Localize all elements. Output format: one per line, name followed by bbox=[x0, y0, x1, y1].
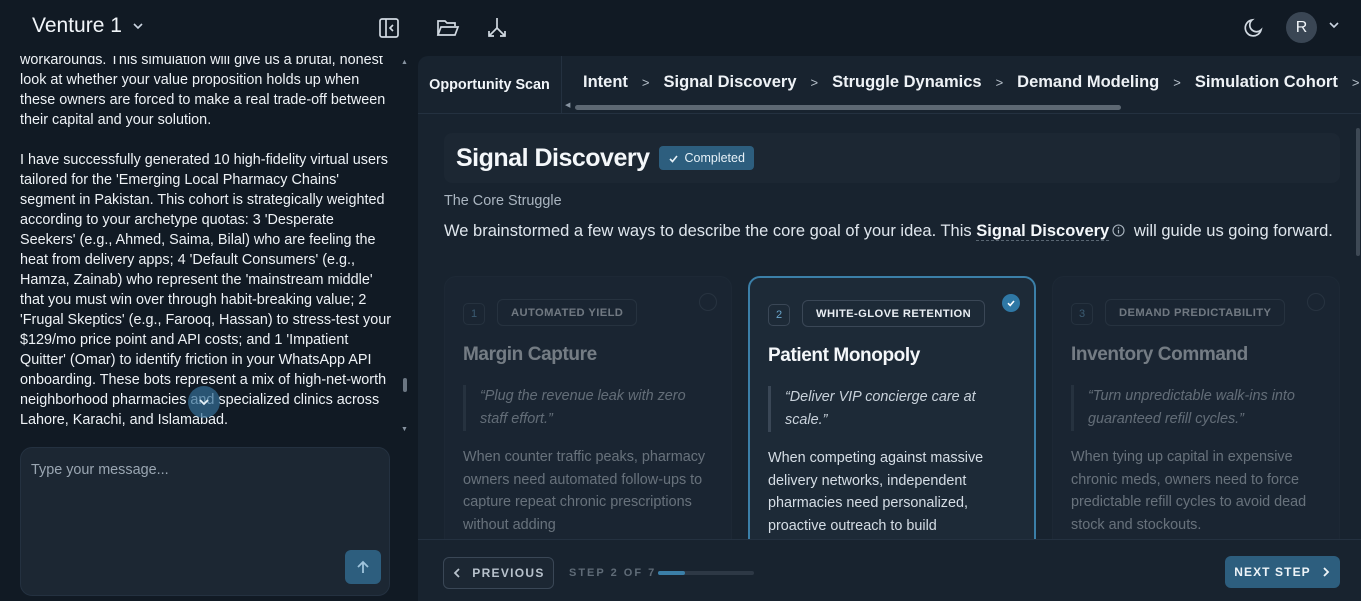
chat-message: workarounds. This simulation will give u… bbox=[20, 56, 386, 128]
card-number: 3 bbox=[1071, 303, 1093, 325]
step-content: Signal Discovery Completed The Core Stru… bbox=[418, 115, 1361, 539]
card-title: Margin Capture bbox=[463, 344, 597, 365]
step-progress-fill bbox=[658, 571, 686, 575]
chevron-down-icon[interactable] bbox=[1327, 18, 1341, 32]
breadcrumb-steps: Intent > Signal Discovery > Struggle Dyn… bbox=[583, 70, 1361, 94]
top-bar: Venture 1 R bbox=[0, 0, 1361, 56]
chevron-down-icon bbox=[199, 399, 209, 406]
scroll-thumb[interactable] bbox=[575, 105, 1121, 110]
chevron-right-icon: > bbox=[810, 74, 819, 90]
intro-after: will guide us going forward. bbox=[1133, 222, 1333, 240]
folder-open-icon[interactable] bbox=[436, 16, 460, 40]
page-title-card: Signal Discovery Completed bbox=[444, 133, 1340, 183]
card-description: When competing against massive delivery … bbox=[768, 450, 984, 534]
intro-text: We brainstormed a few ways to describe t… bbox=[444, 219, 1334, 244]
venture-name: Venture 1 bbox=[32, 14, 122, 37]
scroll-thumb[interactable] bbox=[403, 378, 407, 392]
breadcrumb-scrollbar[interactable]: ◀ bbox=[565, 101, 1355, 112]
check-icon bbox=[1007, 300, 1015, 307]
breadcrumb-step-struggle-dynamics[interactable]: Struggle Dynamics bbox=[832, 73, 981, 92]
arrow-up-icon bbox=[357, 560, 369, 573]
card-quote: “Deliver VIP concierge care at scale.” bbox=[768, 386, 1018, 432]
next-step-button[interactable]: NEXT STEP bbox=[1225, 556, 1340, 588]
chevron-right-icon: > bbox=[995, 74, 1004, 90]
chevron-right-icon bbox=[1323, 567, 1330, 577]
breadcrumb-step-signal-discovery[interactable]: Signal Discovery bbox=[664, 73, 797, 92]
option-card-margin-capture[interactable]: 1 AUTOMATED YIELD Margin Capture “Plug t… bbox=[444, 276, 732, 539]
card-tag: WHITE-GLOVE RETENTION bbox=[802, 300, 986, 327]
card-quote: “Turn unpredictable walk-ins into guaran… bbox=[1071, 385, 1321, 431]
scroll-to-bottom-button[interactable] bbox=[188, 386, 220, 418]
card-radio[interactable] bbox=[699, 293, 717, 311]
next-step-label: NEXT STEP bbox=[1234, 565, 1311, 579]
chat-panel: workarounds. This simulation will give u… bbox=[0, 56, 412, 601]
card-radio[interactable] bbox=[1002, 294, 1020, 312]
status-badge-label: Completed bbox=[684, 151, 745, 165]
breadcrumb-step-simulation-cohort[interactable]: Simulation Cohort bbox=[1195, 73, 1338, 92]
breadcrumb: Opportunity Scan Intent > Signal Discove… bbox=[418, 56, 1361, 114]
step-indicator: STEP 2 OF 7 bbox=[569, 567, 657, 579]
section-label: The Core Struggle bbox=[444, 193, 562, 209]
chevron-down-icon bbox=[133, 23, 143, 30]
status-badge: Completed bbox=[659, 146, 754, 170]
intro-before: We brainstormed a few ways to describe t… bbox=[444, 222, 972, 240]
card-tag: AUTOMATED YIELD bbox=[497, 299, 638, 326]
step-footer: PREVIOUS STEP 2 OF 7 NEXT STEP bbox=[418, 539, 1361, 601]
option-card-patient-monopoly[interactable]: 2 WHITE-GLOVE RETENTION Patient Monopoly… bbox=[748, 276, 1036, 539]
breadcrumb-root[interactable]: Opportunity Scan bbox=[418, 56, 562, 114]
chevron-right-icon: > bbox=[1351, 74, 1360, 90]
scroll-down-icon[interactable]: ▼ bbox=[401, 426, 408, 433]
card-number: 1 bbox=[463, 303, 485, 325]
card-description: When counter traffic peaks, pharmacy own… bbox=[463, 449, 706, 533]
option-card-inventory-command[interactable]: 3 DEMAND PREDICTABILITY Inventory Comman… bbox=[1052, 276, 1340, 539]
card-tag: DEMAND PREDICTABILITY bbox=[1105, 299, 1286, 326]
branch-merge-icon[interactable] bbox=[485, 16, 509, 40]
card-radio[interactable] bbox=[1307, 293, 1325, 311]
card-description: When tying up capital in expensive chron… bbox=[1071, 449, 1307, 533]
moon-icon[interactable] bbox=[1242, 16, 1266, 40]
card-title: Inventory Command bbox=[1071, 344, 1248, 365]
scroll-left-icon[interactable]: ◀ bbox=[565, 101, 570, 109]
card-title: Patient Monopoly bbox=[768, 345, 920, 366]
collapse-sidebar-icon[interactable] bbox=[377, 16, 401, 40]
page-title: Signal Discovery bbox=[456, 143, 650, 172]
signal-discovery-term[interactable]: Signal Discovery bbox=[976, 222, 1110, 241]
chevron-left-icon bbox=[454, 568, 460, 578]
previous-label: PREVIOUS bbox=[472, 566, 545, 580]
card-number: 2 bbox=[768, 304, 790, 326]
send-button[interactable] bbox=[345, 550, 381, 584]
venture-switcher[interactable]: Venture 1 bbox=[32, 14, 144, 38]
card-quote: “Plug the revenue leak with zero staff e… bbox=[463, 385, 713, 431]
breadcrumb-step-intent[interactable]: Intent bbox=[583, 73, 628, 92]
check-icon bbox=[669, 154, 679, 163]
info-icon[interactable] bbox=[1112, 224, 1125, 237]
breadcrumb-step-demand-modeling[interactable]: Demand Modeling bbox=[1017, 73, 1159, 92]
content-scrollbar[interactable] bbox=[1356, 128, 1360, 256]
message-composer bbox=[20, 447, 390, 596]
avatar[interactable]: R bbox=[1286, 12, 1317, 43]
chat-messages: workarounds. This simulation will give u… bbox=[20, 56, 392, 440]
scroll-up-icon[interactable]: ▲ bbox=[401, 59, 408, 66]
main-panel: Opportunity Scan Intent > Signal Discove… bbox=[418, 56, 1361, 601]
step-progress-bar bbox=[658, 571, 754, 575]
message-input[interactable] bbox=[31, 462, 381, 542]
previous-button[interactable]: PREVIOUS bbox=[443, 557, 554, 589]
chevron-right-icon: > bbox=[1173, 74, 1181, 90]
chat-scrollbar[interactable]: ▲ ▼ bbox=[400, 56, 408, 440]
chevron-right-icon: > bbox=[641, 74, 650, 90]
